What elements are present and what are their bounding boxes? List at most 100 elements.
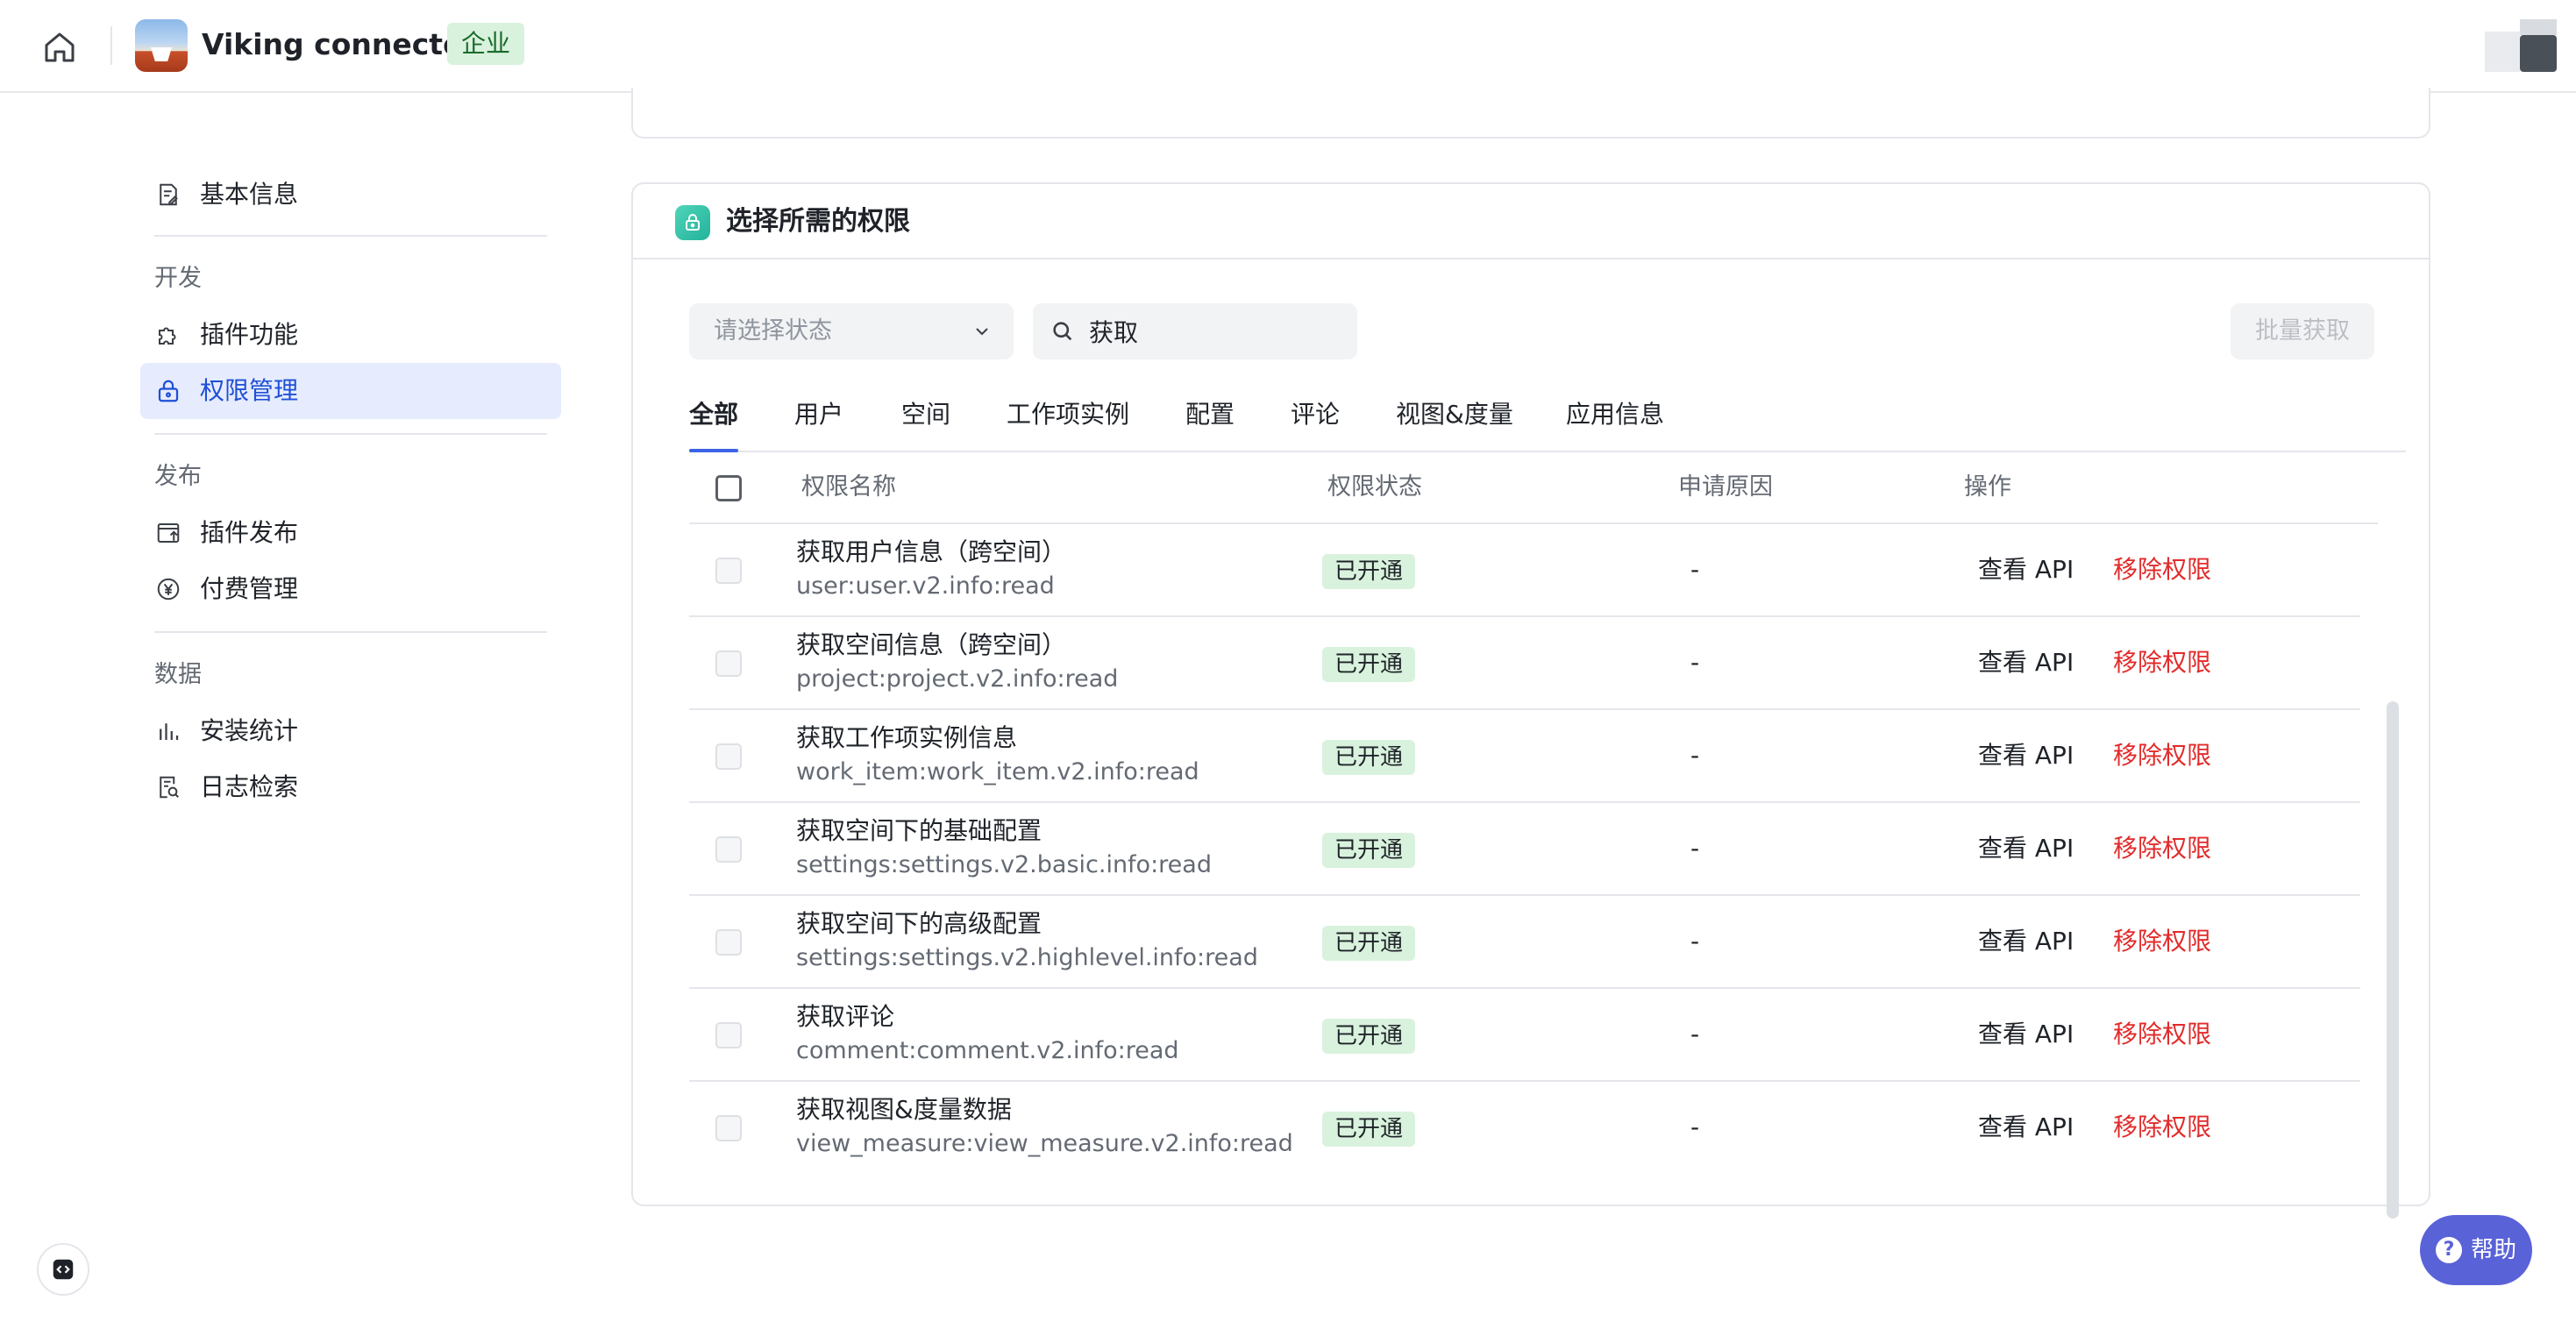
batch-acquire-button[interactable]: 批量获取 (2231, 303, 2374, 359)
permission-name: 获取评论 (796, 1002, 895, 1031)
permission-key: project:project.v2.info:read (796, 665, 1119, 693)
table-row: 获取视图&度量数据 view_measure:view_measure.v2.i… (689, 1082, 2360, 1175)
sidebar-divider (154, 235, 547, 237)
permissions-card: 选择所需的权限 请选择状态 批量获取 全部 用户 空间 工作项实例 配置 评论 … (631, 182, 2430, 1219)
remove-permission-link[interactable]: 移除权限 (2113, 552, 2211, 587)
user-avatar[interactable] (2485, 19, 2557, 72)
sidebar-item-log-search[interactable]: 日志检索 (140, 759, 561, 815)
sidebar-item-paid-management[interactable]: 付费管理 (140, 561, 561, 617)
permission-name: 获取空间下的基础配置 (796, 816, 1042, 845)
row-checkbox[interactable] (715, 1022, 742, 1048)
sidebar-divider (154, 631, 547, 633)
sidebar-item-install-stats[interactable]: 安装统计 (140, 703, 561, 759)
status-badge: 已开通 (1322, 1019, 1416, 1054)
lock-badge-icon (675, 205, 710, 240)
table-row: 获取评论 comment:comment.v2.info:read 已开通 - … (689, 989, 2360, 1082)
search-box[interactable] (1033, 303, 1357, 359)
tab-app-info[interactable]: 应用信息 (1566, 391, 1664, 452)
row-checkbox[interactable] (715, 743, 742, 770)
permissions-table-body: 获取用户信息（跨空间） user:user.v2.info:read 已开通 -… (689, 524, 2360, 1176)
permission-name: 获取空间信息（跨空间） (796, 630, 1067, 659)
status-badge: 已开通 (1322, 1112, 1416, 1147)
sidebar-item-basic-info[interactable]: 基本信息 (140, 167, 561, 223)
code-icon (53, 1259, 74, 1280)
app-name: Viking connector (202, 27, 478, 61)
search-input[interactable] (1089, 312, 1343, 351)
view-api-link[interactable]: 查看 API (1978, 924, 2074, 959)
tab-comment[interactable]: 评论 (1291, 391, 1340, 452)
sidebar-group-publish: 发布 (154, 463, 202, 490)
permissions-card-title: 选择所需的权限 (726, 206, 910, 237)
tab-all[interactable]: 全部 (689, 391, 739, 452)
permission-key: comment:comment.v2.info:read (796, 1037, 1179, 1064)
app-logo (135, 19, 188, 72)
top-divider (110, 26, 112, 65)
sidebar-item-label: 插件功能 (200, 320, 299, 349)
search-icon (1053, 322, 1072, 341)
table-row: 获取空间下的基础配置 settings:settings.v2.basic.in… (689, 803, 2360, 896)
sidebar-item-plugin-features[interactable]: 插件功能 (140, 307, 561, 363)
sidebar-item-label: 权限管理 (200, 376, 299, 405)
row-checkbox[interactable] (715, 558, 742, 584)
sidebar-item-label: 安装统计 (200, 716, 299, 745)
remove-permission-link[interactable]: 移除权限 (2113, 645, 2211, 680)
sidebar-item-label: 插件发布 (200, 518, 299, 547)
apply-reason: - (1690, 741, 1700, 770)
table-scrollbar[interactable] (2385, 517, 2401, 1219)
remove-permission-link[interactable]: 移除权限 (2113, 831, 2211, 866)
remove-permission-link[interactable]: 移除权限 (2113, 1017, 2211, 1052)
column-header-reason: 申请原因 (1678, 473, 1773, 501)
permission-key: settings:settings.v2.highlevel.info:read (796, 944, 1258, 971)
home-icon (45, 32, 75, 62)
tab-work-item-instance[interactable]: 工作项实例 (1007, 391, 1129, 452)
view-api-link[interactable]: 查看 API (1978, 645, 2074, 680)
permission-key: user:user.v2.info:read (796, 572, 1055, 600)
help-label: 帮助 (2470, 1237, 2516, 1263)
tab-config[interactable]: 配置 (1185, 391, 1235, 452)
remove-permission-link[interactable]: 移除权限 (2113, 924, 2211, 959)
status-badge: 已开通 (1322, 926, 1416, 961)
tab-view-measure[interactable]: 视图&度量 (1396, 391, 1513, 452)
select-all-checkbox[interactable] (715, 475, 742, 501)
permission-key: work_item:work_item.v2.info:read (796, 758, 1199, 785)
table-row: 获取用户信息（跨空间） user:user.v2.info:read 已开通 -… (689, 524, 2360, 617)
sidebar-item-plugin-publish[interactable]: 插件发布 (140, 505, 561, 561)
apply-reason: - (1690, 1020, 1700, 1048)
row-checkbox[interactable] (715, 650, 742, 677)
view-api-link[interactable]: 查看 API (1978, 738, 2074, 773)
scrollbar-thumb[interactable] (2387, 701, 2399, 1219)
help-button[interactable]: ? 帮助 (2420, 1215, 2532, 1285)
tab-space[interactable]: 空间 (901, 391, 950, 452)
permission-key: settings:settings.v2.basic.info:read (796, 851, 1212, 878)
sidebar-item-label: 付费管理 (200, 574, 299, 603)
view-api-link[interactable]: 查看 API (1978, 552, 2074, 587)
home-button[interactable] (39, 26, 81, 68)
dev-tools-button[interactable] (37, 1243, 89, 1296)
permission-name: 获取空间下的高级配置 (796, 909, 1042, 938)
sidebar-item-permission-management[interactable]: 权限管理 (140, 363, 561, 419)
apply-reason: - (1690, 648, 1700, 677)
help-circle-icon: ? (2435, 1237, 2462, 1263)
tab-user[interactable]: 用户 (794, 391, 843, 452)
column-header-action: 操作 (1964, 473, 2011, 501)
status-select[interactable]: 请选择状态 (689, 303, 1014, 359)
publish-icon (154, 519, 182, 547)
row-checkbox[interactable] (715, 836, 742, 863)
sidebar-group-data: 数据 (154, 661, 202, 688)
remove-permission-link[interactable]: 移除权限 (2113, 1110, 2211, 1145)
status-badge: 已开通 (1322, 647, 1416, 682)
chevron-down-icon (976, 328, 988, 336)
lock-icon (154, 377, 182, 405)
document-edit-icon (154, 181, 182, 209)
view-api-link[interactable]: 查看 API (1978, 1017, 2074, 1052)
table-row: 获取空间信息（跨空间） project:project.v2.info:read… (689, 617, 2360, 710)
column-header-name: 权限名称 (801, 473, 896, 501)
row-checkbox[interactable] (715, 1115, 742, 1141)
sidebar-item-label: 日志检索 (200, 772, 299, 801)
view-api-link[interactable]: 查看 API (1978, 831, 2074, 866)
permission-name: 获取视图&度量数据 (796, 1095, 1012, 1124)
apply-reason: - (1690, 555, 1700, 584)
row-checkbox[interactable] (715, 929, 742, 956)
view-api-link[interactable]: 查看 API (1978, 1110, 2074, 1145)
remove-permission-link[interactable]: 移除权限 (2113, 738, 2211, 773)
